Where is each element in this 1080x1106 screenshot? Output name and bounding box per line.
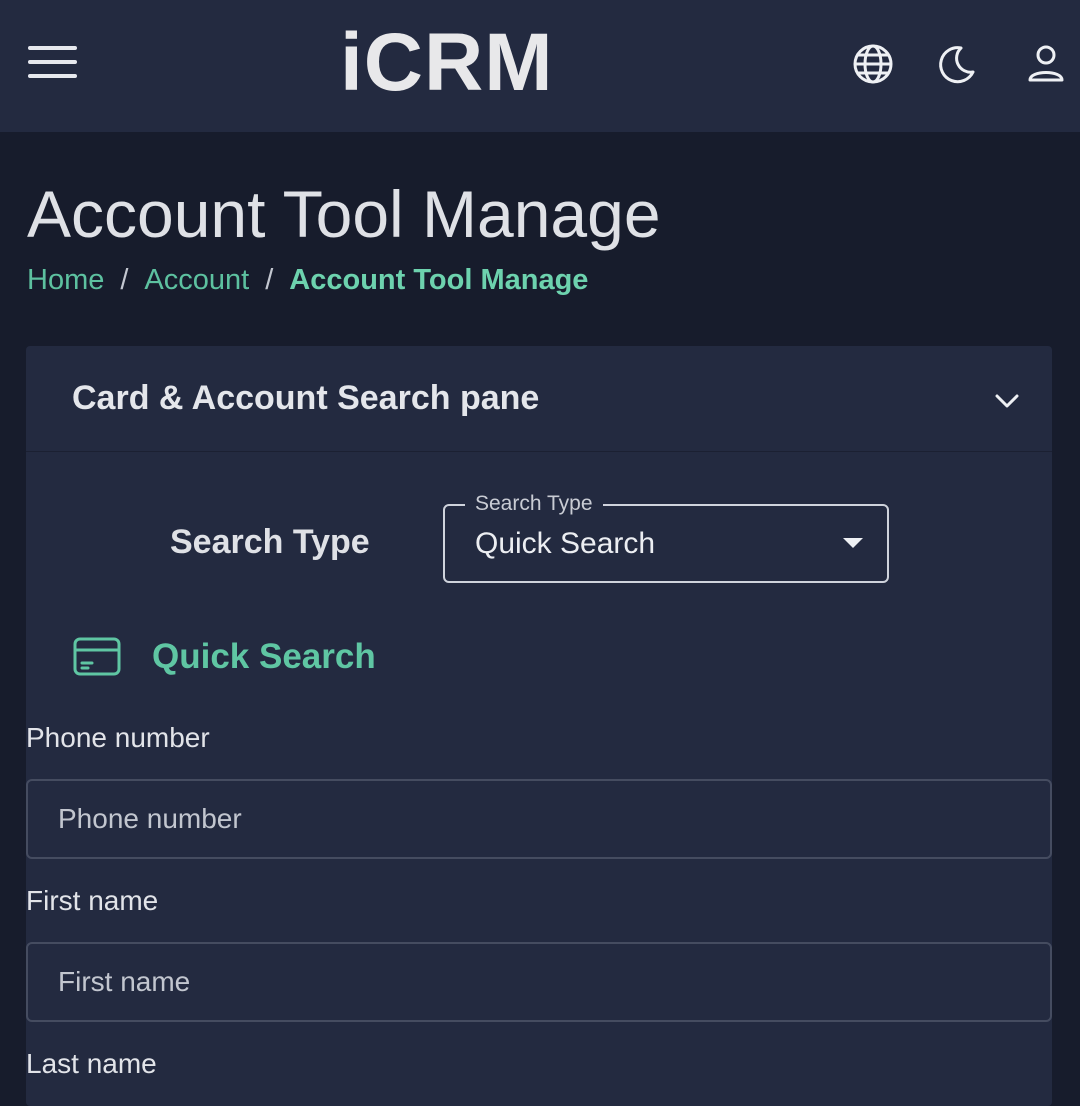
first-name-input[interactable] xyxy=(26,942,1052,1022)
search-type-label: Search Type xyxy=(170,523,370,561)
search-pane-header[interactable]: Card & Account Search pane xyxy=(26,346,1052,452)
search-type-select-legend: Search Type xyxy=(465,490,603,518)
last-name-label: Last name xyxy=(26,1048,157,1079)
first-name-label: First name xyxy=(26,885,159,916)
breadcrumb: Home / Account / Account Tool Manage xyxy=(27,260,588,300)
breadcrumb-separator: / xyxy=(120,264,129,296)
phone-number-input[interactable] xyxy=(26,779,1052,859)
top-app-bar: iCRM xyxy=(0,0,1080,132)
chevron-down-icon[interactable] xyxy=(990,384,1024,418)
search-pane-title: Card & Account Search pane xyxy=(72,379,540,417)
user-icon[interactable] xyxy=(1024,42,1068,86)
quick-search-title: Quick Search xyxy=(152,637,376,676)
moon-icon[interactable] xyxy=(934,42,978,86)
phone-number-label: Phone number xyxy=(26,722,210,753)
breadcrumb-home-link[interactable]: Home xyxy=(27,264,104,296)
breadcrumb-account-link[interactable]: Account xyxy=(144,264,249,296)
credit-card-icon xyxy=(72,636,122,678)
breadcrumb-current: Account Tool Manage xyxy=(289,264,589,296)
search-type-select[interactable]: Search Type Quick Search xyxy=(443,490,889,583)
app-logo[interactable]: iCRM xyxy=(340,18,554,108)
globe-icon[interactable] xyxy=(851,42,895,86)
dropdown-caret-icon xyxy=(842,536,864,550)
search-pane-card: Card & Account Search pane Search Type S… xyxy=(26,346,1052,1106)
search-type-select-value: Quick Search xyxy=(475,527,656,560)
breadcrumb-separator: / xyxy=(265,264,274,296)
page-title: Account Tool Manage xyxy=(27,177,661,251)
hamburger-menu-icon[interactable] xyxy=(28,44,78,80)
